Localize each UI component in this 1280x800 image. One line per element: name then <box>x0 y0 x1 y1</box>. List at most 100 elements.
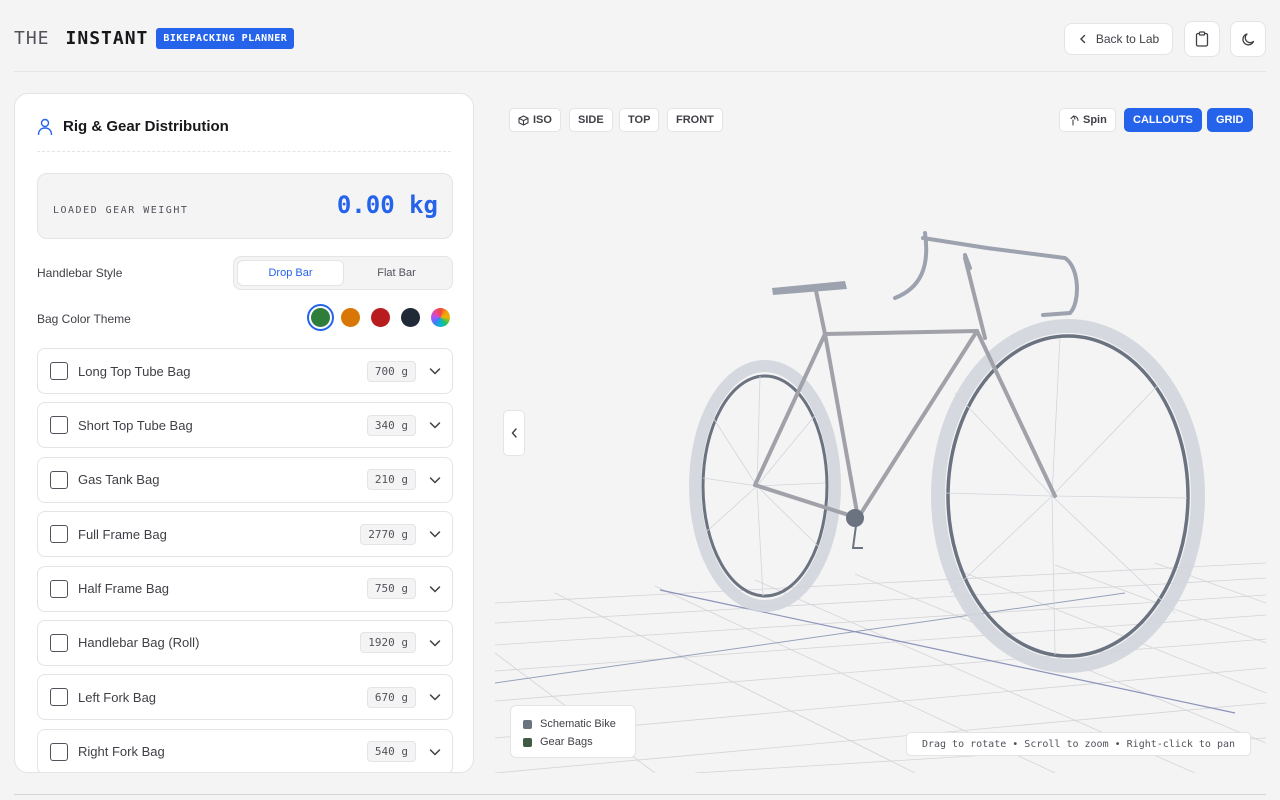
swatch-rainbow[interactable] <box>431 308 450 327</box>
legend-item: Gear Bags <box>523 733 623 751</box>
front-wheel <box>931 319 1205 673</box>
legend-label: Gear Bags <box>540 736 593 748</box>
gear-checkbox[interactable] <box>50 633 68 652</box>
bag-color-swatches <box>307 304 450 331</box>
legend-swatch <box>523 737 532 747</box>
gear-checkbox[interactable] <box>50 742 68 761</box>
chevron-down-icon[interactable] <box>428 364 442 378</box>
handlebar-style-toggle: Drop Bar Flat Bar <box>233 256 453 290</box>
spin-icon <box>1070 114 1079 126</box>
swatch-navy[interactable] <box>401 308 420 327</box>
gear-item[interactable]: Full Frame Bag 2770 g <box>37 511 453 558</box>
handlebar <box>893 231 1079 317</box>
gear-checkbox[interactable] <box>50 470 68 489</box>
gear-item-weight: 2770 g <box>360 523 416 545</box>
gear-list: Long Top Tube Bag 700 g Short Top Tube B… <box>37 348 453 772</box>
clipboard-button[interactable] <box>1184 21 1220 57</box>
header-divider <box>14 71 1266 72</box>
theme-toggle-button[interactable] <box>1230 21 1266 57</box>
gear-item-name: Right Fork Bag <box>78 744 165 760</box>
spin-label: Spin <box>1083 114 1107 126</box>
gear-item-name: Handlebar Bag (Roll) <box>78 635 200 651</box>
gear-item-name: Full Frame Bag <box>78 526 167 542</box>
gear-checkbox[interactable] <box>50 525 68 544</box>
gear-item-weight: 340 g <box>366 414 416 436</box>
user-icon <box>37 118 53 136</box>
chevron-down-icon[interactable] <box>428 527 442 541</box>
gear-checkbox[interactable] <box>50 362 68 380</box>
chevron-left-icon <box>511 428 517 438</box>
bike-3d-viewport[interactable]: ISO SIDE TOP FRONT Spin CALLOUTS GRID Sc… <box>495 93 1266 773</box>
weight-label: LOADED GEAR WEIGHT <box>53 205 189 216</box>
app-badge: BIKEPACKING PLANNER <box>156 28 295 49</box>
cube-icon <box>518 114 529 126</box>
gear-item[interactable]: Gas Tank Bag 210 g <box>37 456 453 503</box>
gear-item-name: Gas Tank Bag <box>78 472 160 488</box>
gear-item-weight: 670 g <box>366 686 416 708</box>
handlebar-style-label: Handlebar Style <box>37 266 123 280</box>
gear-item-name: Left Fork Bag <box>78 689 157 705</box>
gear-checkbox[interactable] <box>50 579 68 598</box>
view-iso-button[interactable]: ISO <box>509 108 561 132</box>
logo[interactable]: THE INSTANT BIKEPACKING PLANNER <box>14 28 295 49</box>
gear-item[interactable]: Short Top Tube Bag 340 g <box>37 402 453 449</box>
chevron-down-icon[interactable] <box>428 473 442 487</box>
callouts-toggle[interactable]: CALLOUTS <box>1124 108 1202 132</box>
back-to-lab-label: Back to Lab <box>1095 32 1160 46</box>
gear-checkbox[interactable] <box>50 688 68 707</box>
view-front-button[interactable]: FRONT <box>667 108 723 132</box>
handlebar-option-flat[interactable]: Flat Bar <box>344 260 449 286</box>
moon-icon <box>1241 32 1254 45</box>
gear-checkbox[interactable] <box>50 416 68 435</box>
logo-instant: INSTANT <box>65 28 149 49</box>
rear-wheel <box>689 360 841 612</box>
gear-item-name: Short Top Tube Bag <box>78 417 193 433</box>
grid-toggle[interactable]: GRID <box>1207 108 1253 132</box>
view-iso-label: ISO <box>533 114 552 126</box>
swatch-orange[interactable] <box>341 308 360 327</box>
view-top-button[interactable]: TOP <box>619 108 660 132</box>
gear-item-weight: 1920 g <box>360 632 416 654</box>
swatch-green[interactable] <box>307 304 334 331</box>
gear-item-name: Long Top Tube Bag <box>78 363 191 379</box>
gear-item-weight: 750 g <box>366 578 416 600</box>
logo-the: THE <box>14 28 50 49</box>
chevron-down-icon[interactable] <box>428 745 442 759</box>
chevron-down-icon[interactable] <box>428 582 442 596</box>
legend-label: Schematic Bike <box>540 718 616 730</box>
legend-swatch <box>523 719 532 729</box>
handlebar-option-drop[interactable]: Drop Bar <box>237 260 344 286</box>
gear-item[interactable]: Left Fork Bag 670 g <box>37 674 453 721</box>
weight-value: 0.00 kg <box>336 191 438 219</box>
back-to-lab-button[interactable]: Back to Lab <box>1064 23 1173 55</box>
gear-item[interactable]: Right Fork Bag 540 g <box>37 728 453 772</box>
weight-summary: LOADED GEAR WEIGHT 0.00 kg <box>37 173 453 239</box>
view-side-button[interactable]: SIDE <box>569 108 613 132</box>
gear-item-weight: 540 g <box>366 741 416 763</box>
controls-hint: Drag to rotate • Scroll to zoom • Right-… <box>906 732 1251 756</box>
gear-item[interactable]: Half Frame Bag 750 g <box>37 565 453 612</box>
chevron-down-icon[interactable] <box>428 690 442 704</box>
gear-item-weight: 210 g <box>366 469 416 491</box>
swatch-red[interactable] <box>371 308 390 327</box>
collapse-panel-button[interactable] <box>503 410 525 456</box>
gear-item[interactable]: Long Top Tube Bag 700 g <box>37 348 453 394</box>
gear-panel: Rig & Gear Distribution LOADED GEAR WEIG… <box>14 93 474 773</box>
bike-frame <box>753 256 1057 520</box>
gear-item-weight: 700 g <box>366 360 416 382</box>
chevron-down-icon[interactable] <box>428 418 442 432</box>
panel-header: Rig & Gear Distribution <box>37 118 451 152</box>
saddle <box>772 281 847 295</box>
ground-grid <box>495 231 1266 773</box>
viewport-legend: Schematic Bike Gear Bags <box>510 705 636 758</box>
clipboard-icon <box>1195 31 1209 47</box>
panel-title: Rig & Gear Distribution <box>63 118 229 135</box>
bag-color-label: Bag Color Theme <box>37 312 131 326</box>
footer-divider <box>14 794 1266 795</box>
gear-item-name: Half Frame Bag <box>78 581 170 597</box>
legend-item: Schematic Bike <box>523 715 623 733</box>
gear-item[interactable]: Handlebar Bag (Roll) 1920 g <box>37 619 453 666</box>
app-header: THE INSTANT BIKEPACKING PLANNER Back to … <box>0 0 1280 72</box>
spin-button[interactable]: Spin <box>1059 108 1116 132</box>
chevron-down-icon[interactable] <box>428 636 442 650</box>
